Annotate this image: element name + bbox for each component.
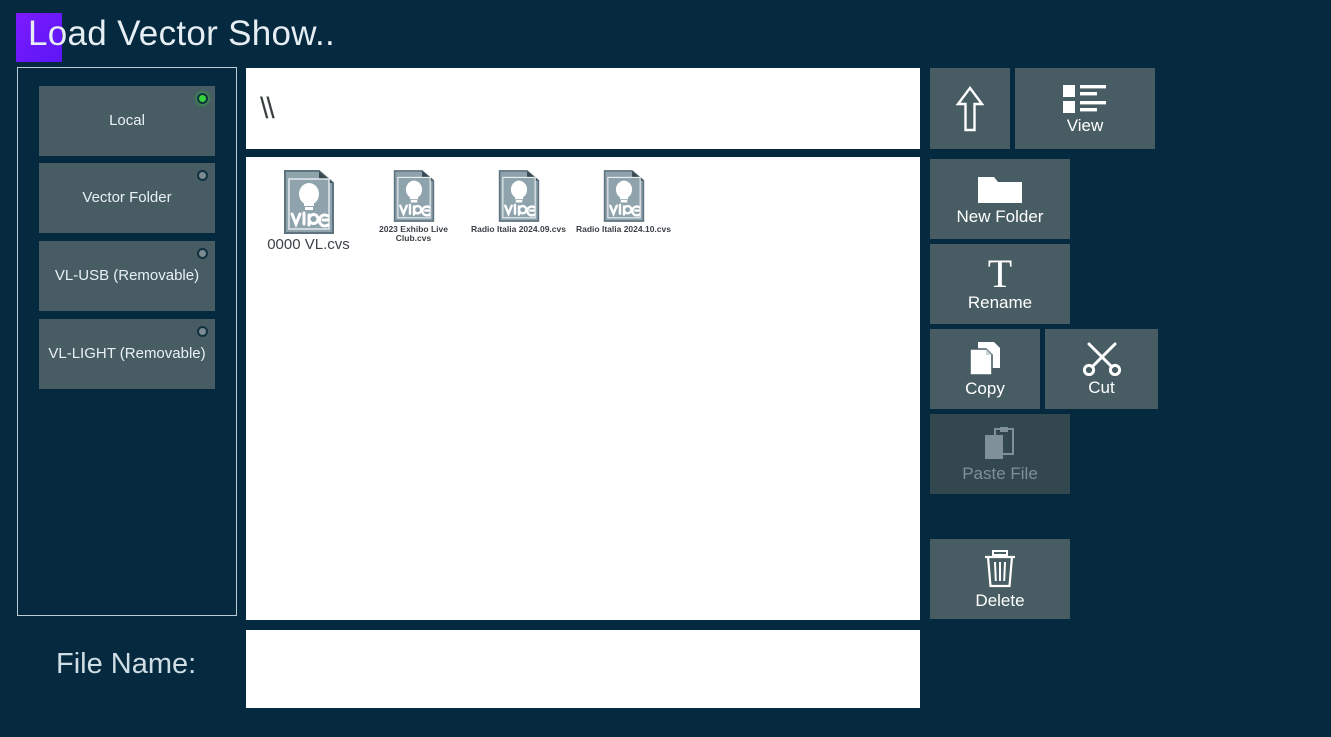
folder-icon: [977, 173, 1023, 205]
drive-button-label: Local: [109, 111, 145, 129]
led-icon: [197, 248, 208, 259]
drive-button-local[interactable]: Local: [39, 86, 215, 156]
paste-file-button[interactable]: Paste File: [930, 414, 1070, 494]
file-icon: [603, 169, 645, 223]
paste-file-button-label: Paste File: [962, 464, 1038, 483]
new-folder-button[interactable]: New Folder: [930, 159, 1070, 239]
file-icon: [498, 169, 540, 223]
paste-icon: [982, 426, 1018, 462]
vibe-document-icon: [498, 170, 539, 222]
drive-button-vl-usb-removable[interactable]: VL-USB (Removable): [39, 241, 215, 311]
drive-button-label: Vector Folder: [82, 188, 172, 206]
file-list-pane[interactable]: 0000 VL.cvs 2023 Exhibo Live Club.cvs Radi…: [246, 157, 920, 620]
page-title: Load Vector Show..: [28, 14, 336, 53]
vibe-document-icon: [603, 170, 644, 222]
rename-button[interactable]: T Rename: [930, 244, 1070, 324]
rename-button-label: Rename: [967, 293, 1033, 312]
new-folder-button-label: New Folder: [956, 207, 1044, 226]
file-name-text: Radio Italia 2024.10.cvs: [576, 224, 671, 234]
file-name-text: 2023 Exhibo Live Club.cvs: [379, 224, 448, 243]
copy-button-label: Copy: [965, 379, 1005, 398]
file-item[interactable]: 2023 Exhibo Live Club.cvs: [361, 165, 466, 263]
view-button-label: View: [1066, 115, 1104, 135]
file-item[interactable]: 0000 VL.cvs: [256, 165, 361, 263]
drive-button-vector-folder[interactable]: Vector Folder: [39, 163, 215, 233]
copy-icon: [967, 341, 1003, 377]
up-arrow-icon: [955, 85, 985, 133]
file-name-text: 0000 VL.cvs: [267, 236, 350, 253]
navigate-up-button[interactable]: [930, 68, 1010, 149]
file-icon: [283, 169, 335, 235]
file-name-label: File Name:: [56, 648, 197, 680]
trash-icon: [982, 549, 1018, 589]
drive-sidebar: Local Vector Folder VL-USB (Removable) VL-L…: [17, 67, 237, 616]
text-t-icon: T: [987, 251, 1013, 296]
led-icon: [197, 326, 208, 337]
cut-button-label: Cut: [1088, 378, 1115, 397]
delete-button-label: Delete: [975, 591, 1025, 610]
delete-button[interactable]: Delete: [930, 539, 1070, 619]
file-name-text: Radio Italia 2024.09.cvs: [471, 224, 566, 234]
led-icon: [197, 93, 208, 104]
list-view-icon: [1062, 84, 1108, 114]
title-bar: Load Vector Show..: [0, 0, 1331, 64]
path-text: \\: [260, 91, 275, 125]
drive-button-label: VL-USB (Removable): [54, 266, 200, 284]
vibe-document-icon: [393, 170, 434, 222]
file-item[interactable]: Radio Italia 2024.09.cvs: [466, 165, 571, 263]
view-button[interactable]: View: [1015, 68, 1155, 149]
scissors-icon: [1082, 342, 1121, 376]
file-item[interactable]: Radio Italia 2024.10.cvs: [571, 165, 676, 263]
drive-button-vl-light-removable[interactable]: VL-LIGHT (Removable): [39, 319, 215, 389]
cut-button[interactable]: Cut: [1045, 329, 1158, 409]
path-bar[interactable]: \\: [246, 68, 920, 149]
file-icon: [393, 169, 435, 223]
copy-button[interactable]: Copy: [930, 329, 1040, 409]
file-name-input[interactable]: [246, 630, 920, 708]
drive-button-label: VL-LIGHT (Removable): [48, 344, 206, 362]
vibe-document-icon: [283, 170, 334, 234]
led-icon: [197, 170, 208, 181]
